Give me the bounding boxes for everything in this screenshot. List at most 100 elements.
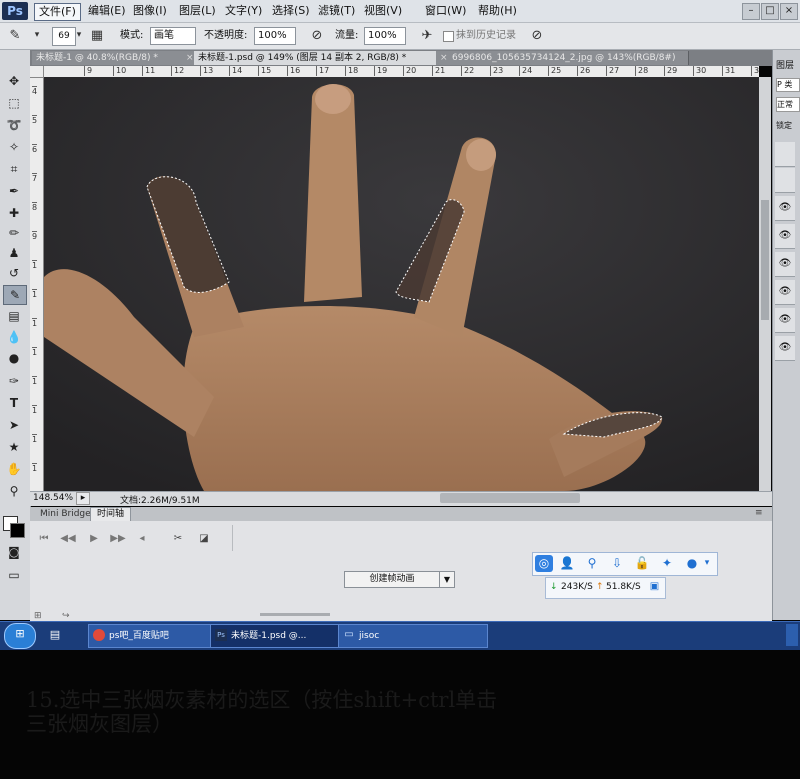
- quick-mask-icon[interactable]: ◙: [3, 543, 25, 561]
- show-desktop-icon[interactable]: ▤: [48, 628, 62, 642]
- tab-jpg-image[interactable]: 6996806_105635734124_2.jpg @ 143%(RGB/8#…: [448, 51, 689, 65]
- taskbar-item-photoshop[interactable]: 未标题-1.psd @...: [210, 624, 356, 648]
- ruler-origin[interactable]: [30, 66, 44, 78]
- broom-icon[interactable]: ✦: [658, 555, 676, 572]
- vertical-scroll-thumb[interactable]: [761, 200, 769, 320]
- horizontal-scroll-thumb[interactable]: [440, 493, 580, 503]
- eyedropper-tool-icon[interactable]: ✒: [3, 182, 25, 200]
- eraser-tool-icon[interactable]: ✎: [6, 27, 24, 44]
- convert-icon[interactable]: ⊞: [34, 611, 42, 621]
- brush-picker-chevron-down-icon[interactable]: ▾: [70, 27, 88, 44]
- erase-history-checkbox[interactable]: [443, 31, 454, 42]
- split-icon[interactable]: ✂: [170, 532, 186, 546]
- menu-image[interactable]: 图像(I): [129, 3, 171, 19]
- menu-type[interactable]: 文字(Y): [221, 3, 266, 19]
- hand-tool-icon[interactable]: ✋: [3, 460, 25, 478]
- flow-field[interactable]: 100%: [364, 27, 406, 45]
- blend-mode-select[interactable]: 正常: [776, 97, 800, 112]
- search-icon[interactable]: ⚲: [583, 555, 601, 572]
- ruler-tick-label: 18: [345, 66, 358, 76]
- ruler-tick-label: 12: [171, 66, 184, 76]
- taskbar-item-browser[interactable]: ps吧_百度贴吧: [88, 624, 228, 648]
- history-brush-icon[interactable]: ↺: [3, 264, 25, 282]
- lasso-tool-icon[interactable]: ➰: [3, 116, 25, 134]
- brush-panel-icon[interactable]: ▦: [88, 27, 106, 44]
- audio-icon[interactable]: ◂: [134, 532, 150, 546]
- opacity-field[interactable]: 100%: [254, 27, 296, 45]
- airbrush-icon[interactable]: ✈: [418, 27, 436, 44]
- show-desktop-corner[interactable]: [786, 624, 798, 646]
- user-icon[interactable]: 👤: [558, 555, 576, 572]
- gradient-tool-icon[interactable]: ▤: [3, 307, 25, 325]
- blur-tool-icon[interactable]: 💧: [3, 328, 25, 346]
- ruler-tick-label: 1: [32, 260, 38, 270]
- download-icon[interactable]: ⇩: [608, 555, 626, 572]
- tab-mini-bridge[interactable]: Mini Bridge: [34, 508, 97, 521]
- zoom-slider[interactable]: [260, 613, 330, 616]
- menu-layer[interactable]: 图层(L): [175, 3, 220, 19]
- render-icon[interactable]: ↪: [62, 611, 70, 621]
- layer-visibility-eye-icon[interactable]: 👁: [775, 336, 795, 361]
- layers-panel-title[interactable]: 图层: [776, 58, 794, 71]
- tab-timeline[interactable]: 时间轴: [90, 507, 132, 521]
- layer-filter-field[interactable]: P 类: [776, 78, 800, 92]
- speed-menu-icon[interactable]: ▣: [648, 580, 661, 593]
- tool-preset-chevron-down-icon[interactable]: ▾: [28, 27, 46, 44]
- pressure-size-icon[interactable]: ⊘: [528, 27, 546, 44]
- previous-frame-icon[interactable]: ◀◀: [60, 532, 76, 546]
- layer-visibility-eye-icon[interactable]: 👁: [775, 252, 795, 277]
- background-color-swatch[interactable]: [10, 523, 25, 538]
- close-button[interactable]: ×: [780, 3, 798, 20]
- taskbar-item-jisoc[interactable]: jisoc: [338, 624, 488, 648]
- eraser-tool-icon[interactable]: ✎: [3, 285, 27, 305]
- document-canvas[interactable]: [44, 77, 759, 491]
- crop-tool-icon[interactable]: ⌗: [3, 160, 25, 178]
- pen-tool-icon[interactable]: ✑: [3, 372, 25, 390]
- layer-row[interactable]: [775, 168, 795, 193]
- menu-select[interactable]: 选择(S): [268, 3, 314, 19]
- layer-row[interactable]: [775, 142, 795, 167]
- menu-filter[interactable]: 滤镜(T): [314, 3, 359, 19]
- maximize-button[interactable]: □: [761, 3, 779, 20]
- zoom-level[interactable]: 148.54%: [33, 493, 73, 503]
- layer-visibility-eye-icon[interactable]: 👁: [775, 308, 795, 333]
- first-frame-icon[interactable]: ⏮: [36, 532, 52, 546]
- screen-mode-icon[interactable]: ▭: [3, 566, 25, 584]
- healing-tool-icon[interactable]: ✚: [3, 204, 25, 222]
- move-tool-icon[interactable]: ✥: [3, 72, 25, 90]
- path-select-tool-icon[interactable]: ➤: [3, 416, 25, 434]
- layer-visibility-eye-icon[interactable]: 👁: [775, 196, 795, 221]
- play-icon[interactable]: ▶: [86, 532, 102, 546]
- menu-view[interactable]: 视图(V): [360, 3, 406, 19]
- stamp-tool-icon[interactable]: ♟: [3, 244, 25, 262]
- chevron-down-icon[interactable]: ▼: [439, 571, 455, 588]
- create-frame-animation-button[interactable]: 创建帧动画: [344, 571, 440, 588]
- transition-icon[interactable]: ◪: [196, 532, 212, 546]
- panel-menu-icon[interactable]: ≡: [755, 508, 763, 518]
- status-menu-icon[interactable]: ▸: [76, 492, 90, 505]
- widget-home-icon[interactable]: ◎: [535, 555, 553, 572]
- tab-untitled-1[interactable]: 未标题-1 @ 40.8%(RGB/8) *: [32, 51, 191, 65]
- next-frame-icon[interactable]: ▶▶: [110, 532, 126, 546]
- menu-file[interactable]: 文件(F): [34, 3, 81, 21]
- location-icon[interactable]: ●: [683, 555, 701, 572]
- brush-tool-icon[interactable]: ✏: [3, 224, 25, 242]
- menu-edit[interactable]: 编辑(E): [84, 3, 130, 19]
- tab-untitled-1-psd[interactable]: 未标题-1.psd @ 149% (图层 14 副本 2, RGB/8) *: [194, 51, 441, 65]
- minimize-button[interactable]: –: [742, 3, 760, 20]
- marquee-tool-icon[interactable]: ⬚: [3, 94, 25, 112]
- opacity-label: 不透明度:: [204, 30, 248, 41]
- menu-help[interactable]: 帮助(H): [474, 3, 521, 19]
- layer-visibility-eye-icon[interactable]: 👁: [775, 280, 795, 305]
- menu-window[interactable]: 窗口(W): [421, 3, 470, 19]
- shape-tool-icon[interactable]: ★: [3, 438, 25, 456]
- type-tool-icon[interactable]: T: [3, 394, 25, 412]
- quick-select-tool-icon[interactable]: ✧: [3, 138, 25, 156]
- lock-icon[interactable]: 🔓: [633, 555, 651, 572]
- dodge-tool-icon[interactable]: ●: [3, 349, 25, 367]
- zoom-tool-icon[interactable]: ⚲: [3, 482, 25, 500]
- layer-visibility-eye-icon[interactable]: 👁: [775, 224, 795, 249]
- mode-select[interactable]: 画笔: [150, 27, 196, 45]
- pressure-opacity-icon[interactable]: ⊘: [308, 27, 326, 44]
- chevron-down-icon[interactable]: ▾: [701, 555, 713, 572]
